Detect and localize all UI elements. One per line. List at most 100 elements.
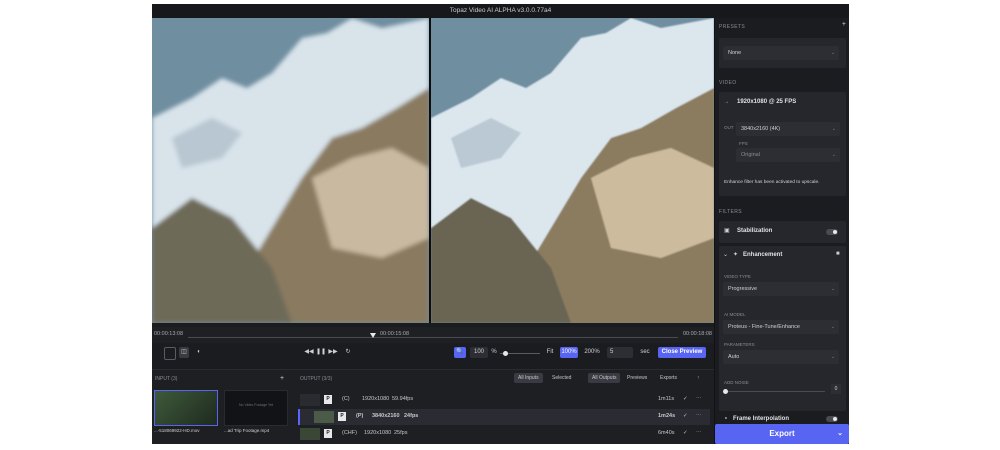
compare-divider[interactable] (429, 18, 431, 323)
tab-previews[interactable]: Previews (623, 373, 651, 383)
input-thumbnail (154, 390, 218, 426)
fps-value: Original (741, 152, 760, 158)
presets-title: PRESETS (719, 24, 746, 30)
view-single-icon[interactable] (164, 347, 176, 360)
app-window: Topaz Video AI ALPHA v3.0.0.77a4 00:00:1… (152, 4, 849, 444)
output-time: 6m40s (658, 430, 675, 436)
output-time: 1m24s (658, 413, 676, 419)
view-split-icon[interactable]: ◫ (179, 347, 189, 358)
tab-exports[interactable]: Exports (656, 373, 681, 383)
sparkle-icon: ✦ (733, 252, 739, 258)
zoom-100-button[interactable]: 100% (560, 347, 578, 358)
more-icon[interactable]: ⋯ (696, 413, 702, 419)
collapse-chevron-icon[interactable]: ⌄ (723, 251, 728, 258)
skip-back-icon[interactable]: ◀◀ (304, 347, 314, 358)
add-input-button[interactable]: + (280, 375, 284, 382)
frame-interp-toggle[interactable] (826, 416, 838, 422)
pause-icon[interactable]: ❚❚ (316, 347, 326, 358)
zoom-200-button[interactable]: 200% (582, 347, 602, 358)
parameters-select[interactable]: Auto ⌄ (723, 350, 839, 364)
ai-model-label: AI MODEL (724, 312, 746, 317)
output-thumb (300, 394, 320, 406)
chevron-down-icon: ⌄ (830, 286, 835, 292)
loop-icon[interactable]: ↻ (343, 347, 353, 358)
ai-model-select[interactable]: Proteus - Fine-Tune/Enhance ⌄ (723, 320, 839, 334)
check-icon: ✓ (683, 396, 688, 402)
preset-value: None (728, 50, 742, 56)
input-thumbnail: No Video Footage Yet (224, 390, 288, 426)
video-type-select[interactable]: Progressive ⌄ (723, 282, 839, 296)
input-item[interactable]: No Video Footage Yet ...ad Trip Footage.… (224, 390, 288, 436)
fit-button[interactable]: Fit (544, 347, 556, 358)
video-title: VIDEO (719, 80, 737, 86)
check-icon: ✓ (683, 430, 688, 436)
zoom-slider-handle[interactable] (503, 351, 508, 356)
timeline-current: 00:00:15:08 (380, 331, 410, 337)
chevron-down-icon[interactable]: ⌄ (837, 424, 843, 444)
resolution-select[interactable]: 3840x2160 (4K) ⌄ (736, 122, 840, 136)
export-label: Export (769, 429, 795, 438)
mountain-enhanced-image (431, 18, 714, 323)
zoom-input[interactable]: 100 (470, 347, 488, 358)
tab-selected[interactable]: Selected (548, 373, 575, 383)
lock-icon[interactable]: ■ (836, 251, 840, 257)
preview-area[interactable] (152, 18, 714, 323)
input-header: INPUT (3) (155, 376, 178, 382)
preset-select[interactable]: None ⌄ (723, 46, 839, 60)
frame-interp-icon: ∘ (724, 416, 728, 422)
sec-value: 5 (610, 349, 614, 355)
zoom-unit: % (491, 349, 497, 355)
add-preset-button[interactable]: + (842, 21, 846, 28)
tab-all-outputs[interactable]: All Outputs (588, 373, 621, 383)
stabilization-box[interactable]: ▣ Stabilization (719, 221, 846, 243)
output-model: (P) (356, 413, 364, 419)
output-badge: P (324, 395, 332, 404)
chevron-down-icon: ⌄ (830, 324, 835, 330)
close-preview-button[interactable]: Close Preview (658, 347, 706, 358)
input-filename: ...-518069922-HD.mov (154, 428, 200, 433)
slider-value[interactable]: 0 (831, 384, 841, 394)
zoom-slider[interactable] (500, 351, 540, 356)
tab-all-inputs[interactable]: All Inputs (514, 373, 543, 383)
fps-select[interactable]: Original ⌄ (736, 148, 840, 162)
input-filename: ...ad Trip Footage.mp4 (224, 428, 270, 433)
check-icon: ✓ (683, 413, 688, 419)
chevron-down-icon: ⌄ (830, 354, 835, 360)
playhead-icon[interactable] (370, 333, 376, 338)
video-box: → 1920x1080 @ 25 FPS OUT 3840x2160 (4K) … (719, 92, 846, 196)
timeline-track[interactable] (188, 337, 678, 338)
enhancement-box: ⌄ ✦ Enhancement ■ VIDEO TYPE Progressive… (719, 246, 846, 411)
output-row[interactable]: P (C) 1920x1080 59.94fps 1m11s ✓ ⋯ (298, 392, 708, 408)
output-res: 3840x2160 (372, 413, 400, 419)
output-thumb (300, 428, 320, 440)
output-row-selected[interactable]: P (P) 3840x2160 24fps 1m24s ✓ ⋯ (298, 409, 710, 425)
output-arrow-icon[interactable]: ↑ (693, 373, 704, 383)
output-res: 1920x1080 (364, 430, 392, 436)
output-row[interactable]: P (CHF) 1920x1080 25fps 6m40s ✓ ⋯ (298, 426, 708, 442)
output-fps: 25fps (394, 430, 408, 436)
export-button[interactable]: Export ⌄ (715, 424, 849, 444)
output-thumb (314, 411, 334, 423)
view-compare-icon[interactable]: ◐ (194, 347, 204, 358)
original-preview[interactable] (152, 18, 429, 323)
zoom-tool-icon[interactable]: 🔍 (454, 347, 466, 358)
stabilization-toggle[interactable] (826, 229, 838, 235)
sec-label: sec (640, 349, 650, 355)
input-output-panel: INPUT (3) + ...-518069922-HD.mov No Vide… (152, 369, 714, 444)
more-icon[interactable]: ⋯ (696, 430, 702, 436)
more-icon[interactable]: ⋯ (696, 396, 702, 402)
noise-slider[interactable] (723, 389, 825, 394)
output-model: (C) (342, 396, 350, 402)
output-time: 1m11s (658, 396, 675, 402)
skip-forward-icon[interactable]: ▶▶ (328, 347, 338, 358)
enhanced-preview[interactable] (431, 18, 714, 323)
stabilization-icon: ▣ (724, 228, 730, 234)
filters-title: FILTERS (719, 209, 742, 215)
ai-model-value: Proteus - Fine-Tune/Enhance (728, 324, 800, 330)
input-item[interactable]: ...-518069922-HD.mov (154, 390, 218, 436)
presets-box: None ⌄ (719, 38, 846, 68)
noise-slider-handle[interactable] (723, 389, 728, 394)
fps-label: FPS (739, 141, 748, 146)
output-res: 1920x1080 (362, 396, 390, 402)
sec-select[interactable]: 5 (607, 347, 633, 358)
